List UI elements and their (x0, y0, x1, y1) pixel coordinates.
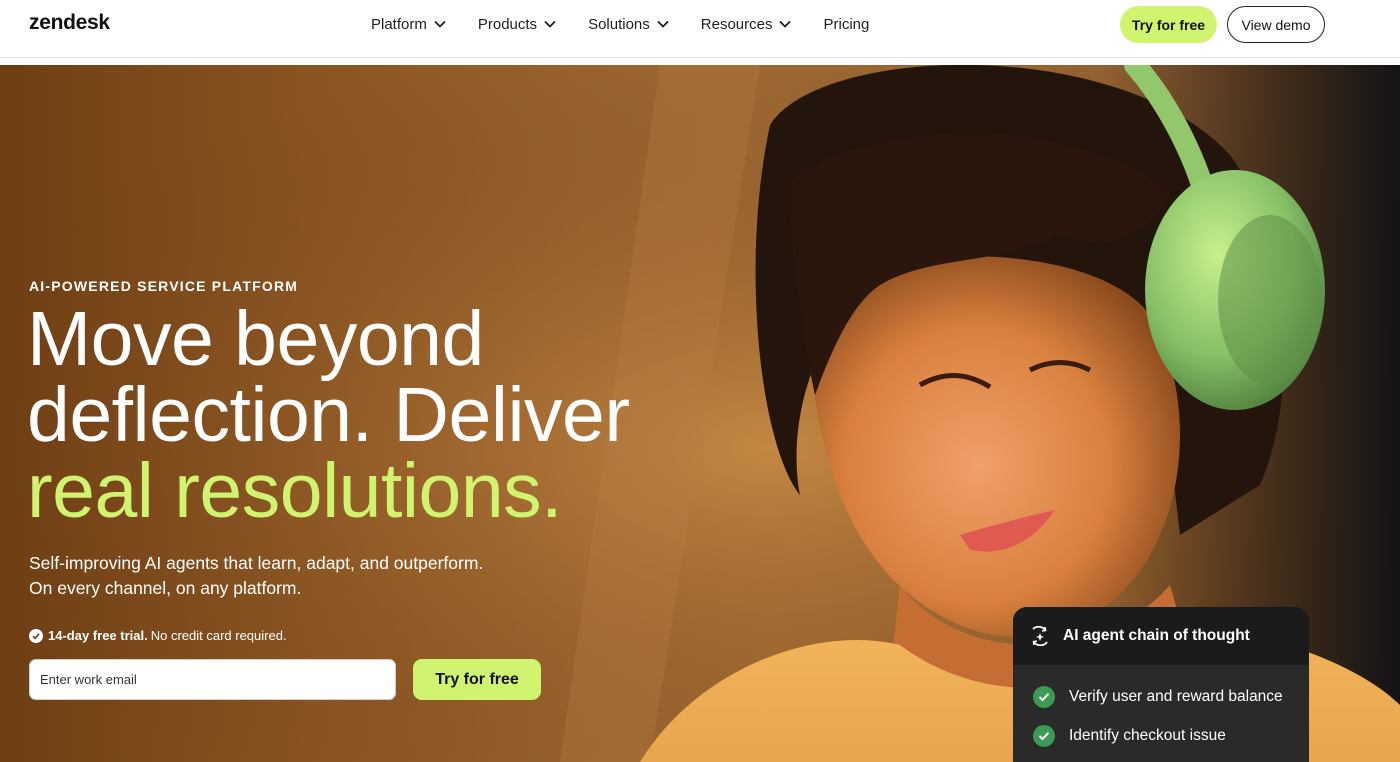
headline-line-2: deflection. Deliver (27, 372, 630, 458)
chevron-down-icon (434, 20, 446, 28)
top-navigation: zendesk Platform Products Solutions Reso… (0, 0, 1400, 58)
check-icon (1033, 724, 1055, 747)
menu-item-platform[interactable]: Platform (371, 16, 446, 33)
hero-subtext: Self-improving AI agents that learn, ada… (29, 551, 549, 601)
ai-step-label: Identify checkout issue (1069, 726, 1226, 744)
menu-item-products[interactable]: Products (478, 16, 556, 33)
menu-item-label: Products (477, 15, 538, 33)
hero-headline: Move beyond deflection. Deliver real res… (27, 301, 727, 530)
hero-eyebrow: AI-POWERED SERVICE PLATFORM (29, 278, 299, 294)
view-demo-button[interactable]: View demo (1227, 6, 1325, 43)
menu-item-label: Platform (371, 15, 427, 33)
ai-step-label: Verify user and reward balance (1069, 687, 1283, 705)
menu-item-label: Resources (700, 15, 773, 33)
chevron-down-icon (544, 20, 556, 28)
ai-sparkle-icon (1032, 626, 1048, 646)
trial-note: 14-day free trial. No credit card requir… (29, 628, 287, 643)
menu-item-pricing[interactable]: Pricing (823, 16, 869, 33)
nav-try-for-free-button[interactable]: Try for free (1120, 6, 1217, 43)
menu-item-resources[interactable]: Resources (701, 16, 792, 33)
ai-step-item: Verify user and reward balance (1033, 677, 1309, 716)
headline-accent: real resolutions. (27, 448, 563, 534)
menu-item-label: Pricing (823, 15, 870, 33)
ai-card-steps: Verify user and reward balance Identify … (1013, 665, 1309, 755)
subtext-line-1: Self-improving AI agents that learn, ada… (29, 553, 484, 573)
menu-item-label: Solutions (588, 15, 650, 33)
ai-step-item: Identify checkout issue (1033, 716, 1309, 755)
work-email-input[interactable] (29, 659, 396, 700)
zendesk-logo[interactable]: zendesk (29, 11, 110, 35)
ai-card-title: AI agent chain of thought (1063, 627, 1250, 644)
check-icon (1033, 685, 1055, 708)
main-menu: Platform Products Solutions Resources Pr… (371, 0, 869, 48)
trial-bold-text: 14-day free trial. (48, 628, 148, 643)
subtext-line-2: On every channel, on any platform. (29, 578, 302, 598)
ai-chain-of-thought-card: AI agent chain of thought Verify user an… (1013, 607, 1309, 762)
trial-rest-text: No credit card required. (150, 628, 287, 643)
chevron-down-icon (657, 20, 669, 28)
hero-try-for-free-button[interactable]: Try for free (413, 659, 541, 700)
menu-item-solutions[interactable]: Solutions (588, 16, 669, 33)
check-circle-icon (29, 628, 43, 643)
hero-section: AI-POWERED SERVICE PLATFORM Move beyond … (0, 65, 1400, 762)
chevron-down-icon (779, 20, 792, 28)
ai-card-header: AI agent chain of thought (1013, 607, 1309, 665)
headline-line-1: Move beyond (27, 296, 484, 382)
